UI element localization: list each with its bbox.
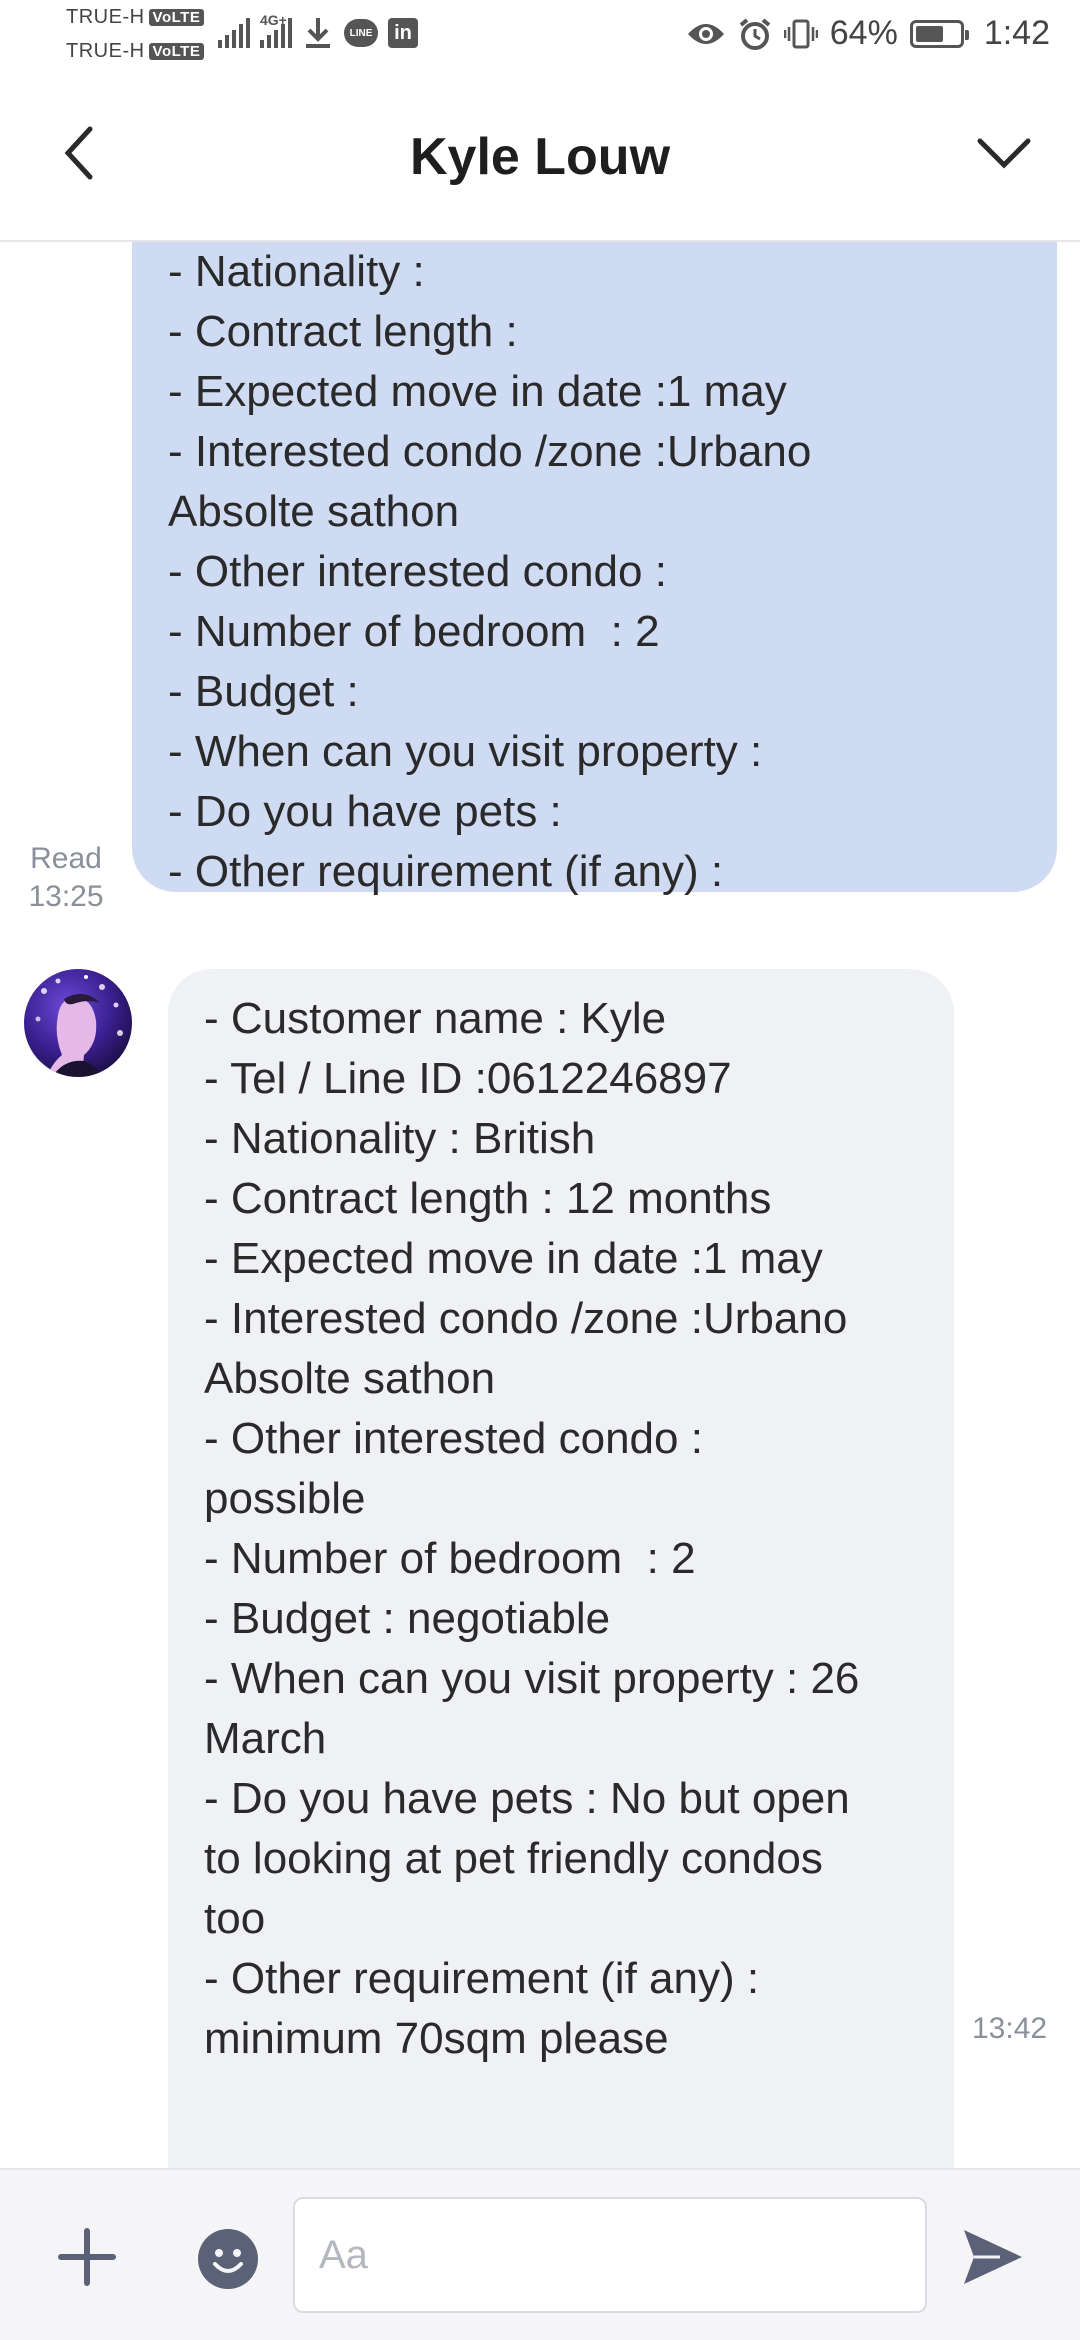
message-line: - Budget : negotiable [204,1594,611,1643]
message-line: - Contract length : [168,307,518,356]
message-line: - Budget : [168,667,359,716]
chat-message-list[interactable]: - Nationality : - Contract length : - Ex… [0,242,1080,2168]
message-line: - Expected move in date :1 may [168,367,787,416]
avatar[interactable] [24,969,132,1077]
signal-icon [218,18,250,48]
message-line: - When can you visit property : 26 [204,1654,860,1703]
message-composer [0,2168,1080,2340]
message-line: - Expected move in date :1 may [204,1234,823,1283]
message-line: - Interested condo /zone :Urbano [168,427,812,476]
message-line: too [204,1894,266,1943]
message-line: - Number of bedroom : 2 [168,607,660,656]
message-line: Absolte sathon [168,487,460,536]
message-line: - Nationality : British [204,1114,596,1163]
linkedin-icon: in [388,18,418,48]
outgoing-message-text: - Nationality : - Contract length : - Ex… [168,242,1023,902]
incoming-message-bubble[interactable]: - Customer name : Kyle - Tel / Line ID :… [168,969,954,2168]
message-line: - Tel / Line ID :0612246897 [204,1054,732,1103]
signal-4g-icon: 4G+ [260,12,292,48]
outgoing-message-meta: Read 13:25 [18,840,114,916]
chat-header: Kyle Louw [0,75,1080,242]
read-receipt: Read [30,842,102,875]
message-line: Absolte sathon [204,1354,496,1403]
message-line: - When can you visit property : [168,727,763,776]
volte-badge: VoLTE [148,43,205,60]
status-icons-left: 4G+ LINE in [218,12,418,50]
send-icon [964,2230,1022,2284]
message-line: - Do you have pets : No but open [204,1774,850,1823]
message-line: - Other interested condo : [204,1414,703,1463]
network-label: 4G+ [260,12,287,28]
carrier-2: TRUE-H VoLTE [66,40,205,63]
volte-badge: VoLTE [148,9,205,26]
chat-title: Kyle Louw [409,128,671,186]
avatar-image [24,969,132,1077]
send-button[interactable] [960,2226,1026,2288]
emoji-button[interactable] [197,2228,259,2290]
emoji-icon [198,2229,258,2289]
incoming-message-text: - Customer name : Kyle - Tel / Line ID :… [204,989,920,2069]
download-icon [306,18,330,48]
message-line: - Interested condo /zone :Urbano [204,1294,848,1343]
menu-toggle-button[interactable] [968,123,1040,183]
status-bar: TRUE-H VoLTE TRUE-H VoLTE 4G+ LINE in 64% … [0,0,1080,75]
message-line: to looking at pet friendly condos [204,1834,823,1883]
status-icons-right: 64% 1:42 [686,14,1050,53]
message-line: - Other interested condo : [168,547,667,596]
message-input[interactable] [295,2199,925,2311]
status-time: 1:42 [983,14,1050,52]
outgoing-message-time: 13:25 [28,880,104,913]
battery-icon [909,19,969,48]
add-attachment-button[interactable] [55,2225,119,2289]
message-line: March [204,1714,327,1763]
carrier-1-label: TRUE-H [66,6,145,28]
incoming-message-time: 13:42 [972,2012,1048,2045]
carrier-2-label: TRUE-H [66,40,145,62]
plus-icon [58,2228,116,2286]
message-line: - Other requirement (if any) : [204,1954,760,2003]
message-input-box[interactable] [293,2197,927,2313]
message-line: - Other requirement (if any) : [168,847,724,896]
message-line: - Nationality : [168,247,425,296]
chevron-down-icon [977,138,1031,169]
vibrate-icon [783,19,818,48]
battery-fill [915,25,943,42]
message-line: possible [204,1474,366,1523]
carrier-1: TRUE-H VoLTE [66,6,205,29]
message-line: - Do you have pets : [168,787,562,836]
eye-icon [687,23,724,44]
message-line: - Contract length : 12 months [204,1174,772,1223]
outgoing-message-bubble[interactable]: - Nationality : - Contract length : - Ex… [132,242,1057,896]
message-line: minimum 70sqm please [204,2014,669,2063]
line-app-icon: LINE [344,19,378,47]
alarm-icon [739,17,771,50]
message-line: - Number of bedroom : 2 [204,1534,696,1583]
message-line: - Customer name : Kyle [204,994,667,1043]
battery-percent: 64% [829,14,898,52]
